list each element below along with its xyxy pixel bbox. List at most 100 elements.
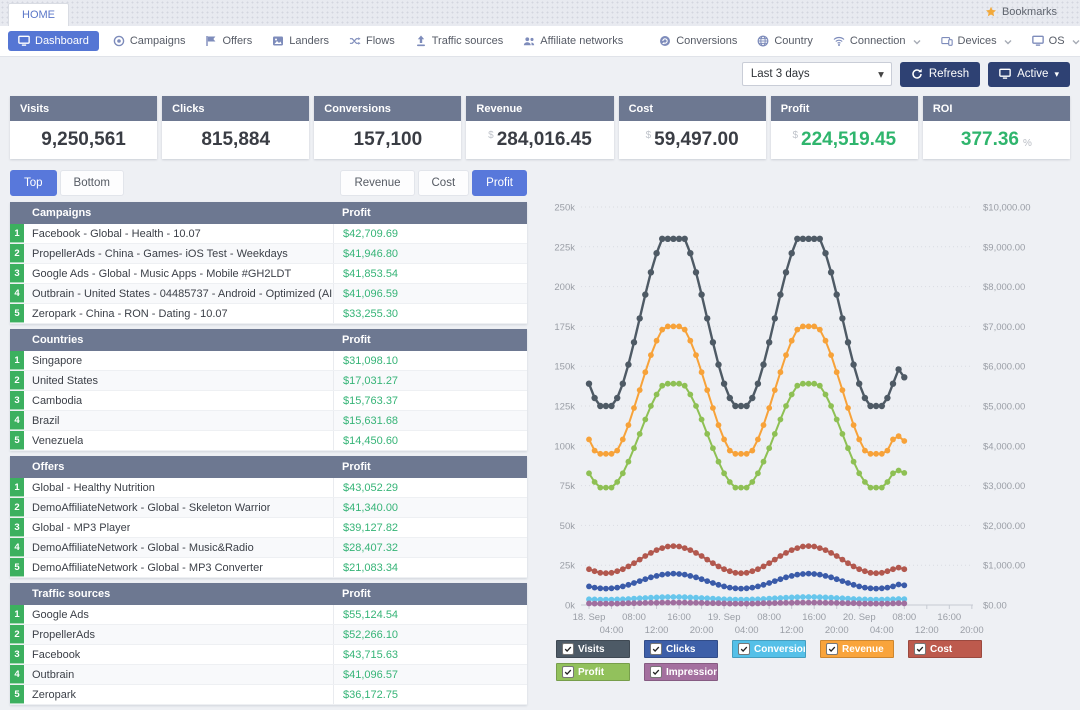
svg-text:225k: 225k [554,242,575,253]
row-profit-value: $41,946.80 [333,244,527,263]
row-name[interactable]: Google Ads [24,609,89,621]
monitor-icon [1032,35,1044,47]
traffic-chart: 250k225k200k175k150k125k100k75k50k25k0k$… [545,190,1080,638]
refresh-button[interactable]: Refresh [900,62,980,87]
monitor-icon [999,68,1011,80]
row-name[interactable]: Outbrain - United States - 04485737 - An… [24,288,332,300]
table-row[interactable]: 3Facebook$43,715.63 [10,645,527,665]
legend-toggle-cost[interactable]: Cost [908,640,982,658]
row-name[interactable]: PropellerAds [24,629,95,641]
checkbox-checked-icon[interactable] [826,643,838,655]
metric-tab-revenue[interactable]: Revenue [340,170,414,196]
row-name[interactable]: United States [24,375,98,387]
date-range-select[interactable]: Last 3 days ▾ [742,62,892,86]
svg-text:$4,000.00: $4,000.00 [983,441,1025,452]
table-row[interactable]: 3Global - MP3 Player$39,127.82 [10,518,527,538]
traffic-chart-panel: 250k225k200k175k150k125k100k75k50k25k0k$… [545,190,1080,686]
legend-toggle-conversions[interactable]: Conversions [732,640,806,658]
nav-item-traffic-sources[interactable]: Traffic sources [409,31,510,51]
target-icon [113,35,125,47]
table-row[interactable]: 5Zeropark$36,172.75 [10,685,527,705]
nav-item-offers[interactable]: Offers [199,31,258,51]
stat-card-clicks: Clicks815,884 [162,96,309,159]
nav-item-campaigns[interactable]: Campaigns [107,31,192,51]
nav-item-connection[interactable]: Connection [827,31,927,51]
row-name[interactable]: Cambodia [24,395,82,407]
legend-toggle-impressions[interactable]: Impressions [644,663,718,681]
legend-toggle-profit[interactable]: Profit [556,663,630,681]
bottom-button[interactable]: Bottom [60,170,124,196]
top-button[interactable]: Top [10,170,57,196]
bookmarks-button[interactable]: Bookmarks [985,6,1070,18]
svg-text:$3,000.00: $3,000.00 [983,481,1025,492]
nav-item-affiliate-networks[interactable]: Affiliate networks [517,31,629,51]
table-row[interactable]: 3Google Ads - Global - Music Apps - Mobi… [10,264,527,284]
nav-item-flows[interactable]: Flows [343,31,401,51]
row-name[interactable]: Zeropark [24,689,76,701]
svg-text:16:00: 16:00 [802,612,826,623]
table-row[interactable]: 2United States$17,031.27 [10,371,527,391]
nav-item-dashboard[interactable]: Dashboard [8,31,99,51]
row-profit-value: $41,853.54 [333,264,527,283]
table-row[interactable]: 2DemoAffiliateNetwork - Global - Skeleto… [10,498,527,518]
checkbox-checked-icon[interactable] [650,643,662,655]
table-row[interactable]: 5Venezuela$14,450.60 [10,431,527,451]
legend-toggle-visits[interactable]: Visits [556,640,630,658]
row-name[interactable]: PropellerAds - China - Games- iOS Test -… [24,248,288,260]
checkbox-checked-icon[interactable] [738,643,750,655]
table-row[interactable]: 1Facebook - Global - Health - 10.07$42,7… [10,224,527,244]
row-name[interactable]: DemoAffiliateNetwork - Global - MP3 Conv… [24,562,263,574]
legend-toggle-revenue[interactable]: Revenue [820,640,894,658]
row-name[interactable]: Google Ads - Global - Music Apps - Mobil… [24,268,291,280]
table-header: CountriesProfit [10,329,527,351]
nav-item-conversions[interactable]: Conversions [653,31,743,51]
row-name[interactable]: DemoAffiliateNetwork - Global - Music&Ra… [24,542,254,554]
table-row[interactable]: 4Outbrain - United States - 04485737 - A… [10,284,527,304]
checkbox-checked-icon[interactable] [914,643,926,655]
nav-item-os[interactable]: OS [1026,31,1080,51]
row-name[interactable]: Outbrain [24,669,74,681]
table-row[interactable]: 5Zeropark - China - RON - Dating - 10.07… [10,304,527,324]
nav-item-landers[interactable]: Landers [266,31,335,51]
table-row[interactable]: 3Cambodia$15,763.37 [10,391,527,411]
table-row[interactable]: 4DemoAffiliateNetwork - Global - Music&R… [10,538,527,558]
table-row[interactable]: 4Brazil$15,631.68 [10,411,527,431]
nav-item-devices[interactable]: Devices [935,31,1018,51]
stat-card-roi: ROI377.36% [923,96,1070,159]
rank-badge: 4 [10,411,24,430]
svg-text:250k: 250k [554,203,575,214]
svg-text:16:00: 16:00 [667,612,691,623]
nav-item-country[interactable]: Country [751,31,819,51]
row-name[interactable]: Brazil [24,415,60,427]
checkbox-checked-icon[interactable] [650,666,662,678]
table-row[interactable]: 2PropellerAds - China - Games- iOS Test … [10,244,527,264]
rank-badge: 2 [10,498,24,517]
row-name[interactable]: Singapore [24,355,82,367]
row-name[interactable]: Zeropark - China - RON - Dating - 10.07 [24,308,228,320]
legend-toggle-clicks[interactable]: Clicks [644,640,718,658]
row-name[interactable]: Global - MP3 Player [24,522,130,534]
table-countries: CountriesProfit1Singapore$31,098.102Unit… [10,329,527,451]
checkbox-checked-icon[interactable] [562,643,574,655]
table-row[interactable]: 1Singapore$31,098.10 [10,351,527,371]
svg-text:$9,000.00: $9,000.00 [983,242,1025,253]
stat-value-text: 59,497.00 [654,129,739,151]
metric-tab-profit[interactable]: Profit [472,170,527,196]
series-visits [586,236,908,410]
active-filter-button[interactable]: Active ▾ [988,62,1070,87]
row-name[interactable]: Global - Healthy Nutrition [24,482,155,494]
table-row[interactable]: 1Google Ads$55,124.54 [10,605,527,625]
row-name[interactable]: DemoAffiliateNetwork - Global - Skeleton… [24,502,270,514]
legend-label: Visits [578,644,605,655]
chevron-down-icon [913,37,921,45]
checkbox-checked-icon[interactable] [562,666,574,678]
table-row[interactable]: 2PropellerAds$52,266.10 [10,625,527,645]
table-row[interactable]: 5DemoAffiliateNetwork - Global - MP3 Con… [10,558,527,578]
row-name[interactable]: Facebook [24,649,80,661]
tab-home[interactable]: HOME [8,3,69,26]
row-name[interactable]: Venezuela [24,435,83,447]
table-row[interactable]: 1Global - Healthy Nutrition$43,052.29 [10,478,527,498]
table-row[interactable]: 4Outbrain$41,096.57 [10,665,527,685]
metric-tab-cost[interactable]: Cost [418,170,470,196]
row-name[interactable]: Facebook - Global - Health - 10.07 [24,228,201,240]
